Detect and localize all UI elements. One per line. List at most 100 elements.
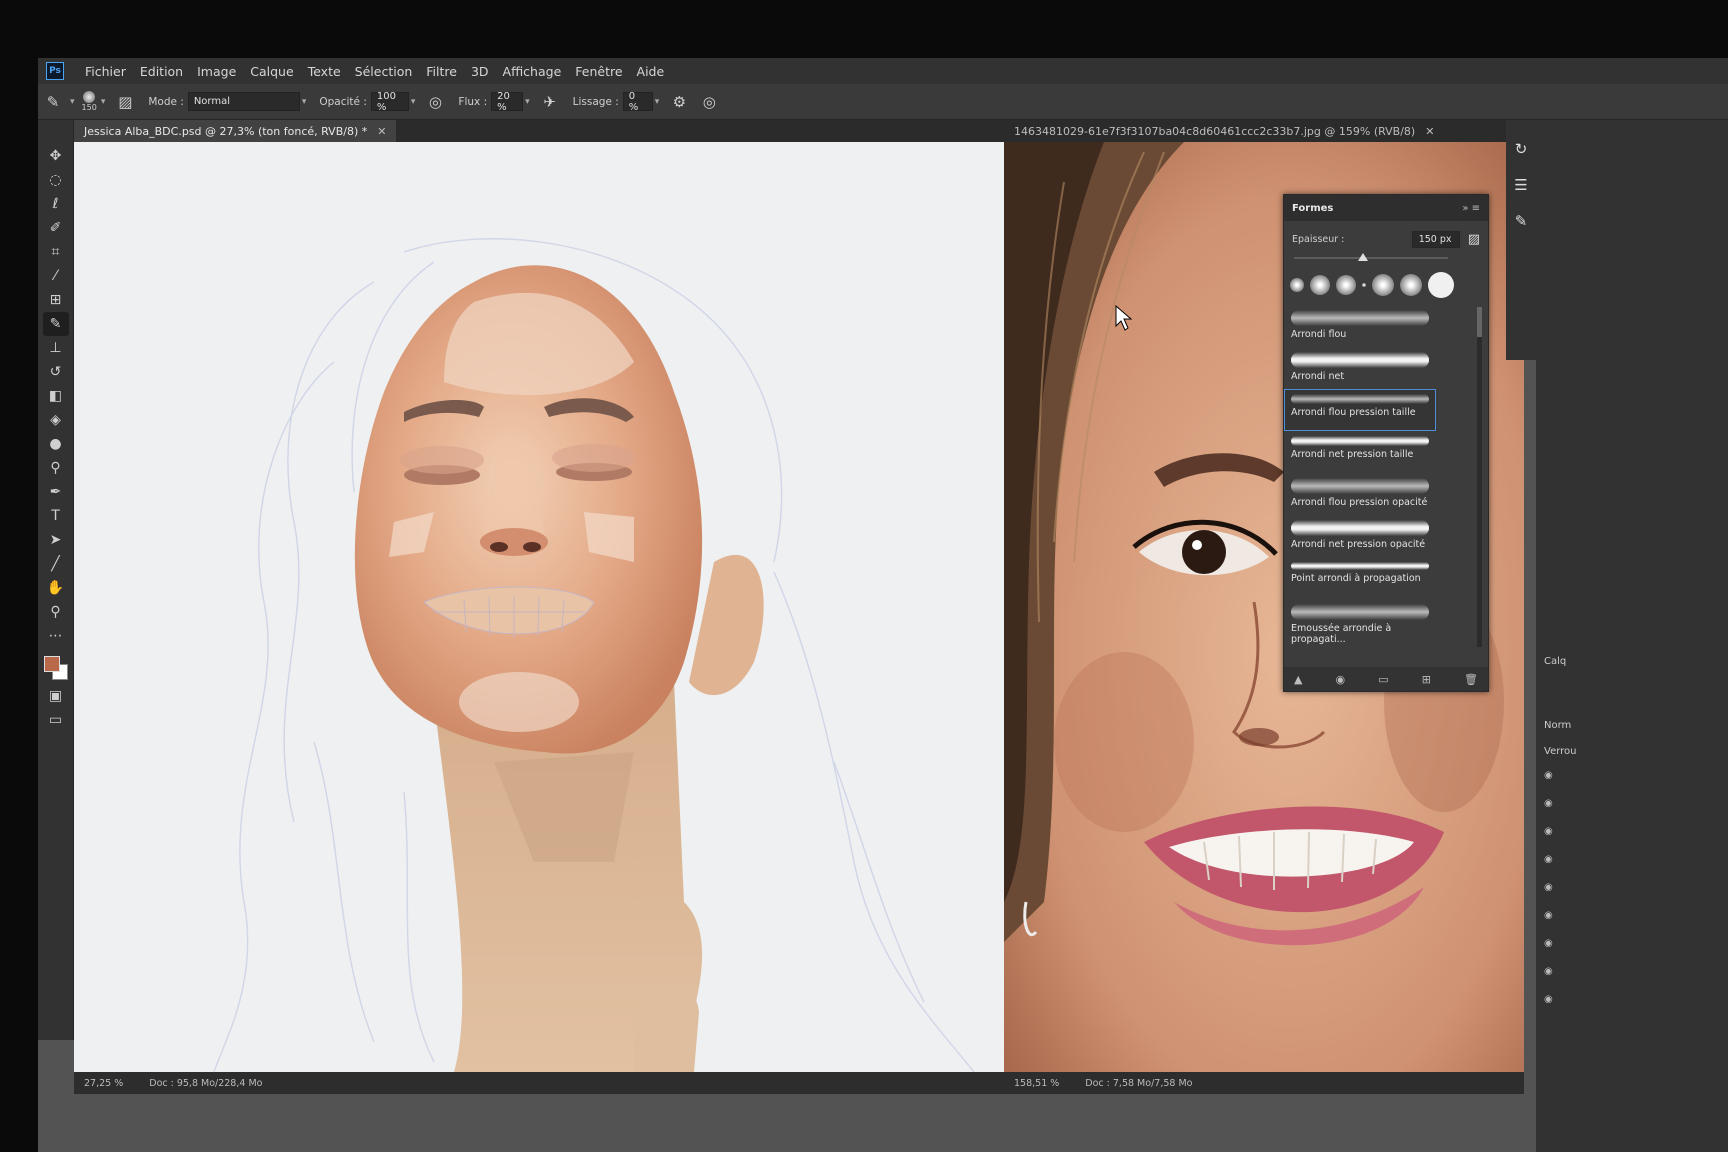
brush-preset[interactable]: Arrondi net pression taille <box>1284 431 1436 473</box>
foreground-color-swatch[interactable] <box>43 656 60 672</box>
airbrush-icon[interactable]: ✈ <box>539 91 561 113</box>
menu-image[interactable]: Image <box>190 64 243 79</box>
eye-icon[interactable]: ◉ <box>1544 966 1553 977</box>
eye-icon[interactable]: ◉ <box>1544 938 1553 949</box>
smoothing-field[interactable]: 0 % <box>622 91 653 113</box>
pressure-opacity-icon[interactable]: ◎ <box>424 91 446 113</box>
eyedropper-icon[interactable]: ⁄ <box>43 264 69 288</box>
pen-icon[interactable]: ✒ <box>43 480 69 504</box>
menu-affichage[interactable]: Affichage <box>496 64 569 79</box>
chevron-down-icon[interactable]: ▾ <box>525 97 530 107</box>
brush-settings-icon[interactable]: ✎ <box>1515 212 1528 230</box>
menu-aide[interactable]: Aide <box>630 64 672 79</box>
brush-tip[interactable] <box>1336 275 1356 295</box>
brush-preset[interactable]: Arrondi flou <box>1284 305 1436 347</box>
brush-preset[interactable]: Point arrondi à propagation <box>1284 557 1436 599</box>
drawing-canvas[interactable] <box>74 142 1030 1072</box>
trash-icon[interactable]: 🗑 <box>1464 673 1478 686</box>
size-slider[interactable] <box>1294 253 1448 263</box>
size-field[interactable]: 150 px <box>1411 230 1460 248</box>
line-icon[interactable]: ╱ <box>43 552 69 576</box>
menu-edition[interactable]: Edition <box>133 64 190 79</box>
crop-icon[interactable]: ⌗ <box>43 240 69 264</box>
eye-icon[interactable]: ◉ <box>1544 770 1553 781</box>
brush-preset[interactable]: Arrondi flou pression opacité <box>1284 473 1436 515</box>
menu-fichier[interactable]: Fichier <box>78 64 133 79</box>
move-icon[interactable]: ✥ <box>43 144 69 168</box>
zoom-icon[interactable]: ⚲ <box>43 600 69 624</box>
blend-mode-select[interactable]: Norm <box>1544 720 1571 731</box>
type-icon[interactable]: T <box>43 504 69 528</box>
brush-tip[interactable] <box>1428 272 1454 298</box>
canvas-paper[interactable] <box>74 142 1026 1072</box>
gear-icon[interactable]: ⚙ <box>668 91 690 113</box>
path-select-icon[interactable]: ➤ <box>43 528 69 552</box>
bucket-icon[interactable]: ◈ <box>43 408 69 432</box>
panel-scrollbar[interactable] <box>1477 307 1482 647</box>
blur-icon[interactable]: ● <box>43 432 69 456</box>
more-icon[interactable]: ⋯ <box>43 624 69 648</box>
menu-texte[interactable]: Texte <box>301 64 348 79</box>
patch-icon[interactable]: ⊞ <box>43 288 69 312</box>
brush-panel-toggle-icon[interactable]: ▨ <box>114 91 136 113</box>
brush-tip[interactable] <box>1362 283 1366 287</box>
folder-icon[interactable]: ▭ <box>1378 673 1388 686</box>
adjustments-icon[interactable]: ☰ <box>1514 176 1527 194</box>
close-icon[interactable]: ✕ <box>377 125 386 138</box>
chevron-down-icon[interactable]: ▾ <box>411 97 416 107</box>
brush-tip[interactable] <box>1400 274 1422 296</box>
tab-jessica-alba-psd[interactable]: Jessica Alba_BDC.psd @ 27,3% (ton foncé,… <box>74 120 397 142</box>
close-icon[interactable]: ✕ <box>1425 125 1434 138</box>
quick-select-icon[interactable]: ✐ <box>43 216 69 240</box>
color-swatches[interactable] <box>42 654 70 684</box>
brush-preset[interactable]: Emoussée arrondie à propagati... <box>1284 599 1436 645</box>
chevron-down-icon[interactable]: ▾ <box>302 97 307 107</box>
new-preset-icon[interactable]: ▨ <box>1468 232 1480 247</box>
brush-size-picker[interactable]: 150 <box>82 91 97 112</box>
chevron-down-icon[interactable]: ▾ <box>101 97 106 107</box>
menu-filtre[interactable]: Filtre <box>419 64 464 79</box>
eraser-icon[interactable]: ◧ <box>43 384 69 408</box>
scrollbar-handle[interactable] <box>1477 307 1482 337</box>
zoom-level[interactable]: 158,51 % <box>1014 1078 1059 1089</box>
eye-icon[interactable]: ◉ <box>1544 882 1553 893</box>
brush-tip[interactable] <box>1372 274 1394 296</box>
screen-mode-icon[interactable]: ▭ <box>43 708 69 732</box>
pressure-size-icon[interactable]: ◎ <box>698 91 720 113</box>
brush-icon[interactable]: ✎ <box>42 312 69 336</box>
dodge-icon[interactable]: ⚲ <box>43 456 69 480</box>
brush-preset[interactable]: Arrondi net pression opacité <box>1284 515 1436 557</box>
brush-preset-selected[interactable]: Arrondi flou pression taille <box>1284 389 1436 431</box>
flow-field[interactable]: 20 % <box>491 91 524 113</box>
hand-icon[interactable]: ✋ <box>43 576 69 600</box>
history-icon[interactable]: ↻ <box>1515 140 1528 158</box>
zoom-level[interactable]: 27,25 % <box>84 1078 123 1089</box>
mode-select[interactable]: Normal <box>187 92 300 111</box>
opacity-field[interactable]: 100 % <box>370 91 409 113</box>
menu-selection[interactable]: Sélection <box>348 64 420 79</box>
eye-icon[interactable]: ◉ <box>1544 826 1553 837</box>
brush-tip[interactable] <box>1290 278 1304 292</box>
brush-preset[interactable]: Arrondi net <box>1284 347 1436 389</box>
lasso-icon[interactable]: ℓ <box>43 192 69 216</box>
visibility-toggle-icon[interactable]: ◉ <box>1336 673 1346 686</box>
history-brush-icon[interactable]: ↺ <box>43 360 69 384</box>
brush-size-toggle-icon[interactable]: ▲ <box>1294 673 1302 686</box>
quick-mask-icon[interactable]: ▣ <box>43 684 69 708</box>
eye-icon[interactable]: ◉ <box>1544 854 1553 865</box>
eye-icon[interactable]: ◉ <box>1544 910 1553 921</box>
chevron-down-icon[interactable]: ▾ <box>655 97 660 107</box>
menu-calque[interactable]: Calque <box>243 64 300 79</box>
tab-reference-jpg[interactable]: 1463481029-61e7f3f3107ba04c8d60461ccc2c3… <box>1004 120 1445 142</box>
chevron-down-icon[interactable]: ▾ <box>70 97 75 107</box>
brush-tool-preset-icon[interactable]: ✎ <box>42 91 64 113</box>
eye-icon[interactable]: ◉ <box>1544 994 1553 1005</box>
brush-tip[interactable] <box>1310 275 1330 295</box>
panel-menu-icon[interactable]: » ≡ <box>1462 203 1480 214</box>
menu-3d[interactable]: 3D <box>464 64 496 79</box>
marquee-icon[interactable]: ◌ <box>43 168 69 192</box>
slider-thumb[interactable] <box>1358 253 1369 261</box>
eye-icon[interactable]: ◉ <box>1544 798 1553 809</box>
new-brush-icon[interactable]: ⊞ <box>1422 673 1431 686</box>
stamp-icon[interactable]: ⊥ <box>43 336 69 360</box>
